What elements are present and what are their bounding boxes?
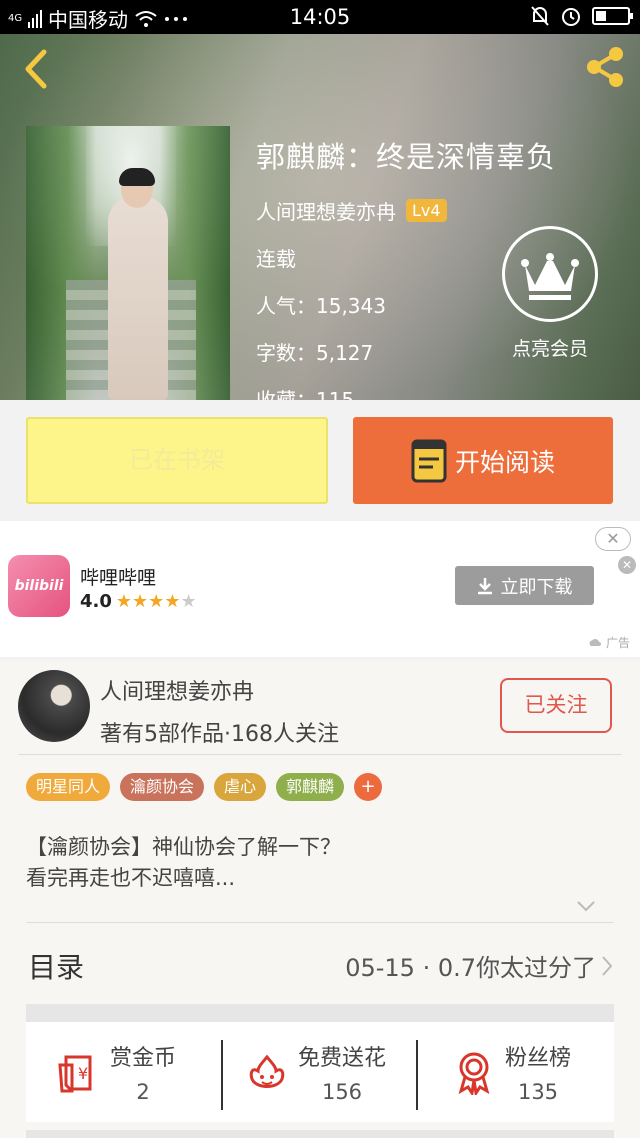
star-icon: ★ <box>148 591 165 612</box>
author-name[interactable]: 人间理想姜亦冉 <box>100 674 254 706</box>
star-icon: ★ <box>132 591 149 612</box>
crown-icon[interactable] <box>502 226 598 322</box>
tag-chip[interactable]: 郭麒麟 <box>276 773 345 801</box>
ad-dismiss-icon[interactable]: ✕ <box>618 556 636 574</box>
followed-button[interactable]: 已关注 <box>500 678 612 733</box>
ad-close-icon[interactable]: ✕ <box>595 527 631 551</box>
status-right <box>530 5 633 27</box>
ad-app-name: 哔哩哔哩 <box>80 567 157 589</box>
ad-rating-value: 4.0 <box>80 591 112 612</box>
mute-bell-icon <box>531 6 549 26</box>
book-cover[interactable] <box>26 126 230 400</box>
author-section: 人间理想姜亦冉 著有5部作品·168人关注 已关注 明星同人 瀹颜协会 虐心 郭麒麟 +… <box>0 660 640 1138</box>
ad-tag-label: 广告 <box>605 636 630 650</box>
free-flower-stat[interactable]: 免费送花 156 <box>244 1022 386 1122</box>
reward-coin-stat[interactable]: ¥ 赏金币 2 <box>56 1022 176 1122</box>
author-row: 人间理想姜亦冉 Lv4 <box>256 196 556 225</box>
rating-stars: ★★★★★ <box>116 591 197 612</box>
divider <box>416 1040 418 1110</box>
fan-ranking-value: 135 <box>517 1080 559 1104</box>
alarm-icon <box>562 8 580 26</box>
back-arrow-icon[interactable] <box>16 44 56 94</box>
free-flower-label: 免费送花 <box>298 1046 387 1071</box>
book-author[interactable]: 人间理想姜亦冉 <box>256 196 396 225</box>
start-reading-label: 开始阅读 <box>454 447 555 477</box>
latest-chapter-label: 05-15 · 0.7你太过分了 <box>345 954 596 982</box>
book-title: 郭麒麟：终是深情辜负 <box>256 140 557 174</box>
download-label: 立即下载 <box>500 576 573 598</box>
star-icon: ★ <box>115 591 133 612</box>
level-badge: Lv4 <box>406 199 447 222</box>
star-icon: ★ <box>164 591 181 612</box>
svg-text:¥: ¥ <box>78 1064 88 1083</box>
reward-coin-value: 2 <box>136 1080 150 1104</box>
book-description[interactable]: 【瀹颜协会】神仙协会了解一下？ 看完再走也不迟嘻嘻... <box>26 832 341 894</box>
divider <box>221 1040 223 1110</box>
star-icon: ★ <box>180 591 197 612</box>
cloud-icon <box>589 638 602 646</box>
download-button[interactable]: 立即下载 <box>455 566 594 605</box>
tag-chip[interactable]: 明星同人 <box>26 773 111 801</box>
fan-ranking-label: 粉丝榜 <box>505 1046 572 1071</box>
flower-icon <box>249 1054 285 1088</box>
download-icon <box>477 577 492 594</box>
action-buttons: 已在书架 开始阅读 <box>0 400 640 520</box>
book-icon <box>411 439 447 482</box>
tag-chip[interactable]: 瀹颜协会 <box>120 773 205 801</box>
section-separator <box>26 1130 614 1138</box>
vip-label[interactable]: 点亮会员 <box>486 334 614 361</box>
fan-ranking-icon <box>458 1052 490 1095</box>
latest-chapter[interactable]: 05-15 · 0.7你太过分了 <box>345 948 614 983</box>
description-line-1: 【瀹颜协会】神仙协会了解一下？ <box>26 835 341 859</box>
ad-rating: 4.0 ★★★★★ <box>80 591 197 612</box>
ad-banner[interactable]: ✕ bilibili 哔哩哔哩 4.0 ★★★★★ 立即下载 ✕ 广告 <box>0 521 640 657</box>
start-reading-button[interactable]: 开始阅读 <box>353 417 613 504</box>
status-bar: 4G 中国移动 14:05 <box>0 0 640 34</box>
free-flower-value: 156 <box>321 1080 363 1104</box>
author-stats: 著有5部作品·168人关注 <box>100 722 339 747</box>
chevron-right-icon <box>602 955 613 976</box>
divider <box>18 754 622 755</box>
book-favorites: 收藏：115 <box>256 388 355 400</box>
chevron-down-icon[interactable] <box>576 900 596 912</box>
reward-coin-icon: ¥ <box>58 1055 92 1093</box>
table-of-contents-row[interactable]: 目录 05-15 · 0.7你太过分了 <box>26 930 614 1000</box>
book-header: 郭麒麟：终是深情辜负 人间理想姜亦冉 Lv4 连载 人气：15,343 字数：5… <box>0 34 640 400</box>
add-tag-button[interactable]: + <box>354 773 383 801</box>
tag-list: 明星同人 瀹颜协会 虐心 郭麒麟 + <box>26 773 383 801</box>
ad-tag: 广告 <box>588 634 630 651</box>
author-avatar[interactable] <box>18 670 90 742</box>
battery-fill <box>596 11 607 21</box>
stats-row: ¥ 赏金币 2 免费送花 156 粉丝榜 135 <box>26 1022 614 1122</box>
divider <box>26 922 614 923</box>
bilibili-app-logo: bilibili <box>8 555 70 617</box>
in-bookshelf-button[interactable]: 已在书架 <box>26 417 328 504</box>
battery-icon <box>592 7 633 25</box>
share-icon[interactable] <box>582 44 628 90</box>
description-line-2: 看完再走也不迟嘻嘻... <box>26 866 236 890</box>
tag-chip[interactable]: 虐心 <box>214 773 267 801</box>
reward-coin-label: 赏金币 <box>110 1046 177 1071</box>
fan-ranking-stat[interactable]: 粉丝榜 135 <box>451 1022 571 1122</box>
toc-title: 目录 <box>28 951 85 984</box>
section-separator <box>26 1004 614 1022</box>
